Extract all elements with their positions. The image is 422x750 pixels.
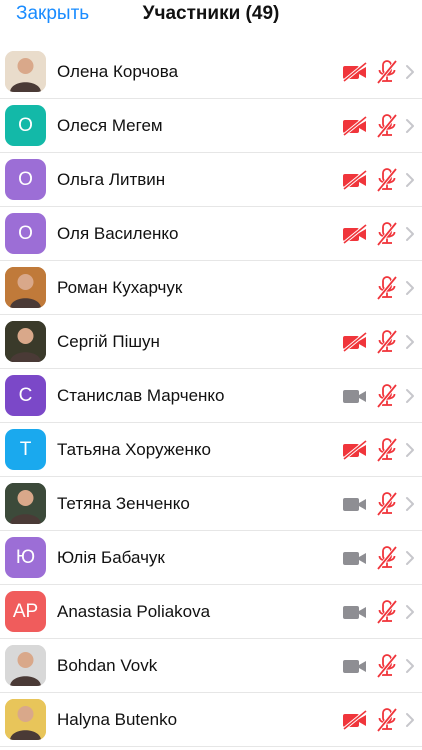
mic-off-icon: [376, 329, 398, 355]
video-off-icon: [342, 115, 368, 137]
avatar: О: [5, 213, 46, 254]
video-icon: [342, 602, 368, 622]
participant-row[interactable]: Halyna Butenko: [0, 693, 422, 747]
chevron-right-icon: [405, 64, 415, 80]
participant-row[interactable]: Тетяна Зенченко: [0, 477, 422, 531]
mic-off-icon: [376, 653, 398, 679]
mic-off-icon: [376, 167, 398, 193]
mic-off-icon: [376, 59, 398, 85]
video-icon: [342, 548, 368, 568]
chevron-right-icon: [405, 712, 415, 728]
participant-name: Юлія Бабачук: [57, 548, 165, 567]
participant-name: Сергій Пішун: [57, 332, 160, 351]
chevron-right-icon: [405, 388, 415, 404]
video-off-icon: [342, 439, 368, 461]
participant-row[interactable]: О Оля Василенко: [0, 207, 422, 261]
avatar: Ю: [5, 537, 46, 578]
mic-off-icon: [376, 383, 398, 409]
participant-row[interactable]: С Станислав Марченко: [0, 369, 422, 423]
participant-row[interactable]: Т Татьяна Хоруженко: [0, 423, 422, 477]
header-bar: Закрыть Участники (49): [0, 0, 422, 30]
participant-row[interactable]: Сергій Пішун: [0, 315, 422, 369]
avatar-initials: AP: [12, 600, 39, 622]
avatar: [5, 51, 46, 92]
avatar: [5, 321, 46, 362]
avatar: О: [5, 105, 46, 146]
participant-row[interactable]: О Ольга Литвин: [0, 153, 422, 207]
video-off-icon: [342, 709, 368, 731]
avatar-initials: О: [18, 114, 33, 136]
mic-off-icon: [376, 491, 398, 517]
video-off-icon: [342, 223, 368, 245]
video-icon: [342, 386, 368, 406]
chevron-right-icon: [405, 280, 415, 296]
chevron-right-icon: [405, 496, 415, 512]
participant-name: Станислав Марченко: [57, 386, 225, 405]
avatar-initials: О: [18, 168, 33, 190]
mic-off-icon: [376, 545, 398, 571]
participant-name: Ольга Литвин: [57, 170, 166, 189]
avatar: [5, 645, 46, 686]
participant-row[interactable]: Олена Корчова: [0, 45, 422, 99]
avatar-initials: С: [18, 384, 33, 406]
chevron-right-icon: [405, 118, 415, 134]
avatar: О: [5, 159, 46, 200]
participant-name: Роман Кухарчук: [57, 278, 183, 297]
chevron-right-icon: [405, 658, 415, 674]
video-icon: [342, 656, 368, 676]
participant-row[interactable]: Ю Юлія Бабачук: [0, 531, 422, 585]
page-title: Участники (49): [142, 3, 280, 24]
mic-off-icon: [376, 437, 398, 463]
avatar: AP: [5, 591, 46, 632]
chevron-right-icon: [405, 226, 415, 242]
participant-name: Оля Василенко: [57, 224, 179, 243]
chevron-right-icon: [405, 334, 415, 350]
mic-off-icon: [376, 599, 398, 625]
participant-row[interactable]: О Олеся Мегем: [0, 99, 422, 153]
avatar-initials: О: [18, 222, 33, 244]
mic-off-icon: [376, 275, 398, 301]
avatar-initials: Ю: [15, 546, 36, 568]
mic-off-icon: [376, 113, 398, 139]
avatar: С: [5, 375, 46, 416]
avatar: [5, 483, 46, 524]
avatar-initials: Т: [19, 438, 32, 460]
mic-off-icon: [376, 707, 398, 733]
participant-row[interactable]: Bohdan Vovk: [0, 639, 422, 693]
video-off-icon: [342, 169, 368, 191]
chevron-right-icon: [405, 172, 415, 188]
participant-name: Anastasia Poliakova: [57, 602, 211, 621]
participant-name: Олеся Мегем: [57, 116, 163, 135]
chevron-right-icon: [405, 550, 415, 566]
chevron-right-icon: [405, 604, 415, 620]
participant-name: Тетяна Зенченко: [57, 494, 190, 513]
video-icon: [342, 494, 368, 514]
close-button[interactable]: Закрыть: [16, 3, 89, 25]
participant-name: Олена Корчова: [57, 62, 179, 81]
participant-name: Татьяна Хоруженко: [57, 440, 211, 459]
chevron-right-icon: [405, 442, 415, 458]
video-off-icon: [342, 61, 368, 83]
video-off-icon: [342, 331, 368, 353]
avatar: [5, 267, 46, 308]
participant-name: Halyna Butenko: [57, 710, 178, 729]
participant-row[interactable]: AP Anastasia Poliakova: [0, 585, 422, 639]
mic-off-icon: [376, 221, 398, 247]
participant-name: Bohdan Vovk: [57, 656, 158, 675]
avatar: [5, 699, 46, 740]
participants-list[interactable]: Олена Корчова О Олеся Мегем О Ольга Литвин О О…: [0, 0, 422, 750]
participant-row[interactable]: Роман Кухарчук: [0, 261, 422, 315]
avatar: Т: [5, 429, 46, 470]
